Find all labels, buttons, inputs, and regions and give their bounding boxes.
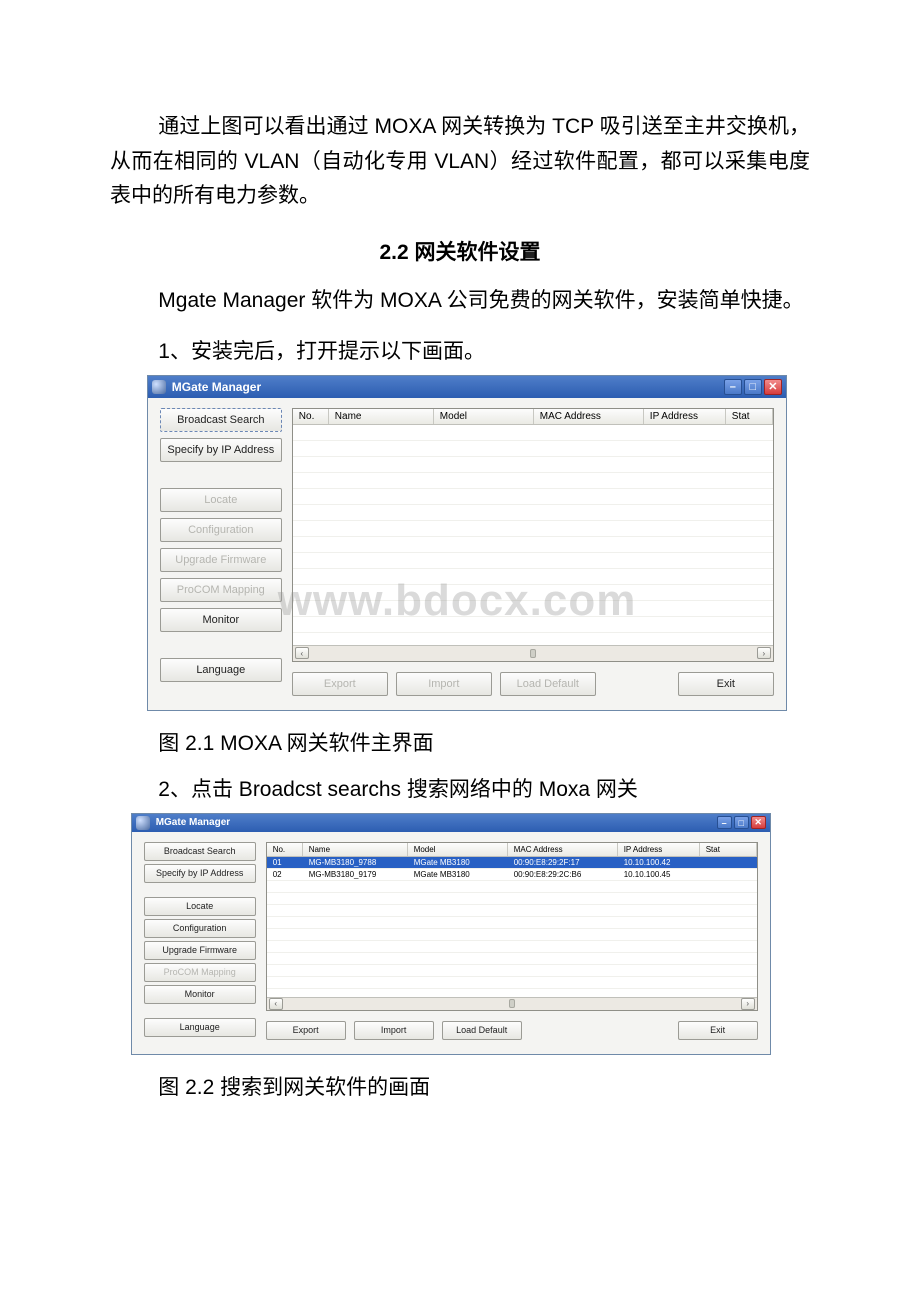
exit-button[interactable]: Exit xyxy=(678,672,774,696)
minimize-button[interactable]: – xyxy=(724,379,742,395)
configuration-button: Configuration xyxy=(160,518,282,542)
device-table: No. Name Model MAC Address IP Address St… xyxy=(266,842,758,1011)
specify-ip-button[interactable]: Specify by IP Address xyxy=(160,438,282,462)
configuration-button[interactable]: Configuration xyxy=(144,919,256,938)
procom-mapping-button: ProCOM Mapping xyxy=(160,578,282,602)
maximize-button[interactable]: □ xyxy=(744,379,762,395)
scroll-left-icon[interactable]: ‹ xyxy=(269,998,283,1010)
app-icon xyxy=(136,816,150,830)
paragraph: 通过上图可以看出通过 MOXA 网关转换为 TCP 吸引送至主井交换机，从而在相… xyxy=(110,110,810,214)
col-mac[interactable]: MAC Address xyxy=(534,409,644,424)
figure-caption-2-2: 图 2.2 搜索到网关软件的画面 xyxy=(110,1071,810,1101)
watermark: www.bdocx.com xyxy=(278,576,637,626)
procom-mapping-button: ProCOM Mapping xyxy=(144,963,256,982)
locate-button[interactable]: Locate xyxy=(144,897,256,916)
maximize-button[interactable]: □ xyxy=(734,816,749,829)
col-ip[interactable]: IP Address xyxy=(644,409,726,424)
monitor-button[interactable]: Monitor xyxy=(160,608,282,632)
table-header: No. Name Model MAC Address IP Address St… xyxy=(293,409,773,425)
table-row[interactable]: 02MG-MB3180_9179MGate MB318000:90:E8:29:… xyxy=(267,869,757,881)
titlebar: MGate Manager – □ ✕ xyxy=(132,814,770,832)
language-button[interactable]: Language xyxy=(160,658,282,682)
scroll-thumb[interactable] xyxy=(509,999,515,1008)
horizontal-scrollbar[interactable]: ‹ › xyxy=(267,997,757,1010)
col-model[interactable]: Model xyxy=(408,843,508,856)
window-title: MGate Manager xyxy=(156,817,717,828)
sidebar: Broadcast Search Specify by IP Address L… xyxy=(160,408,282,696)
table-header: No. Name Model MAC Address IP Address St… xyxy=(267,843,757,857)
locate-button: Locate xyxy=(160,488,282,512)
export-button: Export xyxy=(292,672,388,696)
col-model[interactable]: Model xyxy=(434,409,534,424)
step-2: 2、点击 Broadcst searchs 搜索网络中的 Moxa 网关 xyxy=(110,773,810,803)
device-table: No. Name Model MAC Address IP Address St… xyxy=(292,408,774,662)
language-button[interactable]: Language xyxy=(144,1018,256,1037)
col-name[interactable]: Name xyxy=(329,409,434,424)
scroll-right-icon[interactable]: › xyxy=(741,998,755,1010)
monitor-button[interactable]: Monitor xyxy=(144,985,256,1004)
col-mac[interactable]: MAC Address xyxy=(508,843,618,856)
section-heading-2-2: 2.2 网关软件设置 xyxy=(110,236,810,266)
window-title: MGate Manager xyxy=(172,380,724,394)
col-name[interactable]: Name xyxy=(303,843,408,856)
scroll-right-icon[interactable]: › xyxy=(757,647,771,659)
load-default-button[interactable]: Load Default xyxy=(442,1021,522,1040)
close-button[interactable]: ✕ xyxy=(751,816,766,829)
col-ip[interactable]: IP Address xyxy=(618,843,700,856)
figure-caption-2-1: 图 2.1 MOXA 网关软件主界面 xyxy=(110,727,810,757)
close-button[interactable]: ✕ xyxy=(764,379,782,395)
minimize-button[interactable]: – xyxy=(717,816,732,829)
col-stat[interactable]: Stat xyxy=(726,409,773,424)
load-default-button: Load Default xyxy=(500,672,596,696)
paragraph: Mgate Manager 软件为 MOXA 公司免费的网关软件，安装简单快捷。 xyxy=(110,284,810,319)
upgrade-firmware-button: Upgrade Firmware xyxy=(160,548,282,572)
broadcast-search-button[interactable]: Broadcast Search xyxy=(144,842,256,861)
sidebar: Broadcast Search Specify by IP Address L… xyxy=(144,842,256,1040)
exit-button[interactable]: Exit xyxy=(678,1021,758,1040)
app-icon xyxy=(152,380,166,394)
upgrade-firmware-button[interactable]: Upgrade Firmware xyxy=(144,941,256,960)
specify-ip-button[interactable]: Specify by IP Address xyxy=(144,864,256,883)
col-stat[interactable]: Stat xyxy=(700,843,757,856)
import-button[interactable]: Import xyxy=(354,1021,434,1040)
horizontal-scrollbar[interactable]: ‹ › xyxy=(293,645,773,661)
mgate-manager-window-1: MGate Manager – □ ✕ Broadcast Search Spe… xyxy=(147,375,787,711)
titlebar: MGate Manager – □ ✕ xyxy=(148,376,786,398)
scroll-thumb[interactable] xyxy=(530,649,536,658)
export-button[interactable]: Export xyxy=(266,1021,346,1040)
broadcast-search-button[interactable]: Broadcast Search xyxy=(160,408,282,432)
col-no[interactable]: No. xyxy=(293,409,329,424)
col-no[interactable]: No. xyxy=(267,843,303,856)
step-1: 1、安装完后，打开提示以下画面。 xyxy=(110,335,810,365)
import-button: Import xyxy=(396,672,492,696)
scroll-left-icon[interactable]: ‹ xyxy=(295,647,309,659)
mgate-manager-window-2: MGate Manager – □ ✕ Broadcast Search Spe… xyxy=(131,813,771,1055)
